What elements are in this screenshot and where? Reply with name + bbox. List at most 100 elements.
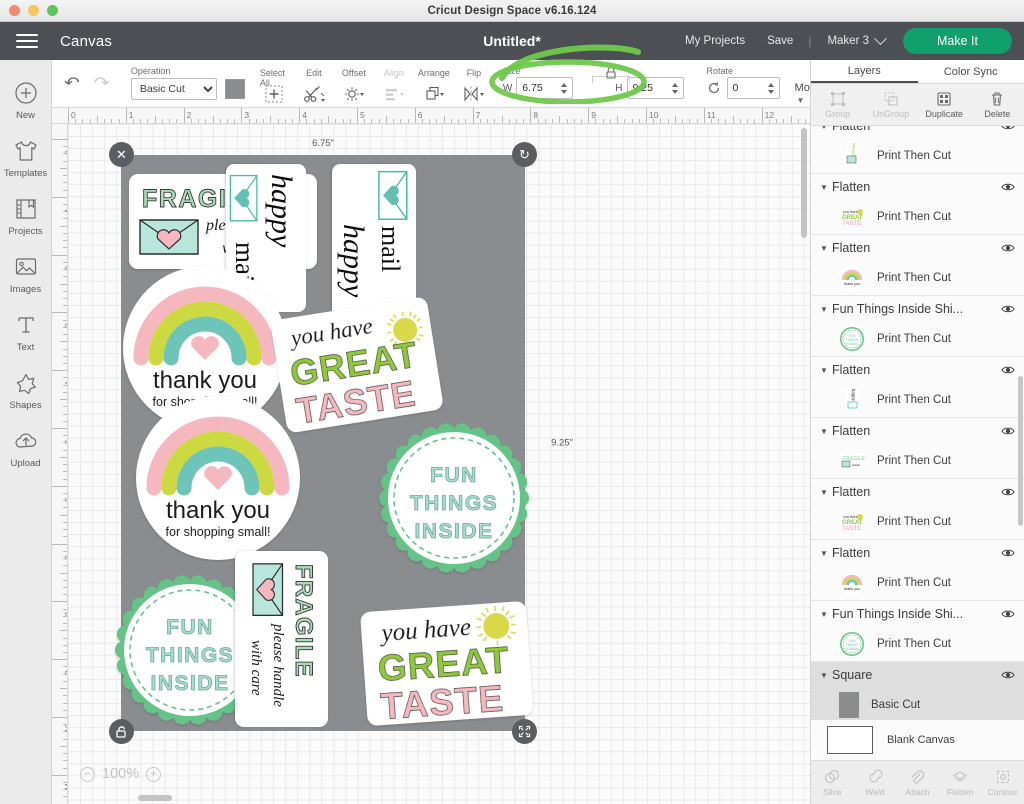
- sidebar-item-upload[interactable]: Upload: [0, 418, 52, 476]
- visibility-eye-icon[interactable]: [1001, 243, 1015, 253]
- rotate-input[interactable]: [727, 78, 766, 98]
- rotate-field[interactable]: [726, 77, 780, 99]
- operation-color-swatch[interactable]: [224, 79, 245, 99]
- attach-button[interactable]: Attach: [896, 769, 939, 797]
- selection-box[interactable]: 6.75" 9.25" ✕ ↻: [109, 138, 573, 744]
- undo-icon[interactable]: ↶: [64, 74, 80, 94]
- machine-selector[interactable]: Maker 3: [815, 31, 891, 47]
- sidebar-item-projects[interactable]: Projects: [0, 186, 52, 244]
- layer-item[interactable]: you have GREAT TASTE Print Then Cut: [811, 200, 1024, 234]
- visibility-eye-icon[interactable]: [1001, 670, 1015, 680]
- layer-group[interactable]: ▼ Flatten FRAGILE Print Then Cut: [811, 126, 1024, 174]
- layer-group[interactable]: ▼ Square Basic Cut: [811, 662, 1024, 720]
- lock-aspect-ratio-icon[interactable]: [605, 66, 617, 80]
- operation-select[interactable]: Basic Cut: [130, 78, 217, 100]
- weld-button[interactable]: Weld: [854, 768, 897, 797]
- width-stepper[interactable]: [559, 78, 572, 98]
- visibility-eye-icon[interactable]: [1001, 365, 1015, 375]
- layer-group[interactable]: ▼ Flatten happy Print Then Cut: [811, 357, 1024, 418]
- contour-button[interactable]: Contour: [981, 769, 1024, 797]
- height-input[interactable]: [627, 78, 670, 98]
- align-button[interactable]: Align: [374, 60, 414, 107]
- group-button[interactable]: Group: [811, 91, 864, 119]
- rotate-stepper[interactable]: [766, 78, 779, 98]
- arrange-button[interactable]: Arrange: [414, 60, 454, 107]
- layer-item[interactable]: FRAGILE handle Print Then Cut: [811, 444, 1024, 478]
- sidebar-item-templates[interactable]: Templates: [0, 128, 52, 186]
- layer-item[interactable]: you have GREAT TASTE Print Then Cut: [811, 505, 1024, 539]
- layer-item[interactable]: thank you Print Then Cut: [811, 261, 1024, 295]
- select-all-button[interactable]: Select All: [254, 60, 294, 107]
- blank-canvas-swatch[interactable]: [827, 726, 873, 754]
- offset-button[interactable]: Offset: [334, 60, 374, 107]
- visibility-eye-icon[interactable]: [1001, 487, 1015, 497]
- layer-group-header[interactable]: ▼ Flatten: [811, 126, 1024, 139]
- make-it-button[interactable]: Make It: [903, 28, 1012, 54]
- layer-item[interactable]: happy Print Then Cut: [811, 383, 1024, 417]
- sidebar-item-text[interactable]: Text: [0, 302, 52, 360]
- layer-group[interactable]: ▼ Flatten you have GREAT TASTE Print The…: [811, 479, 1024, 540]
- hamburger-menu-icon[interactable]: [16, 30, 38, 52]
- width-input[interactable]: [517, 78, 560, 98]
- layer-group-header[interactable]: ▼ Fun Things Inside Shi...: [811, 296, 1024, 322]
- redo-icon[interactable]: ↷: [94, 74, 110, 94]
- duplicate-button[interactable]: Duplicate: [918, 91, 971, 119]
- layer-group[interactable]: ▼ Fun Things Inside Shi... FUN THINGS IN…: [811, 601, 1024, 662]
- caret-down-icon[interactable]: ▼: [820, 305, 832, 314]
- visibility-eye-icon[interactable]: [1001, 126, 1015, 131]
- delete-selection-handle[interactable]: ✕: [109, 142, 134, 167]
- caret-down-icon[interactable]: ▼: [820, 427, 832, 436]
- visibility-eye-icon[interactable]: [1001, 426, 1015, 436]
- zoom-in-button[interactable]: +: [146, 766, 162, 782]
- horizontal-scrollbar[interactable]: [72, 794, 830, 802]
- height-stepper[interactable]: [670, 78, 683, 98]
- layer-group[interactable]: ▼ Flatten FRAGILE handle Print Then Cut: [811, 418, 1024, 479]
- resize-selection-handle[interactable]: [512, 719, 537, 744]
- canvas-grid[interactable]: FRAGILE please handle with care happy ma…: [68, 124, 810, 804]
- my-projects-link[interactable]: My Projects: [674, 35, 756, 47]
- edit-menu-button[interactable]: Edit: [294, 60, 334, 107]
- layer-item[interactable]: Basic Cut: [811, 688, 1024, 720]
- caret-down-icon[interactable]: ▼: [820, 610, 832, 619]
- layer-group[interactable]: ▼ Fun Things Inside Shi... FUN THINGS IN…: [811, 296, 1024, 357]
- sidebar-item-new[interactable]: New: [0, 70, 52, 128]
- layer-group-header[interactable]: ▼ Flatten: [811, 540, 1024, 566]
- layers-scrollbar[interactable]: [1018, 376, 1023, 526]
- layer-group[interactable]: ▼ Flatten thank you Print Then Cut: [811, 235, 1024, 296]
- caret-down-icon[interactable]: ▼: [820, 183, 832, 192]
- caret-down-icon[interactable]: ▼: [820, 549, 832, 558]
- layer-item[interactable]: FUN THINGS INSIDE Print Then Cut: [811, 322, 1024, 356]
- rotate-selection-handle[interactable]: ↻: [512, 142, 537, 167]
- layer-item[interactable]: FUN THINGS INSIDE Print Then Cut: [811, 627, 1024, 661]
- caret-down-icon[interactable]: ▼: [820, 244, 832, 253]
- slice-button[interactable]: Slice: [811, 769, 854, 797]
- zoom-out-button[interactable]: −: [80, 766, 95, 782]
- layer-group-header[interactable]: ▼ Flatten: [811, 418, 1024, 444]
- visibility-eye-icon[interactable]: [1001, 182, 1015, 192]
- layer-group-header[interactable]: ▼ Fun Things Inside Shi...: [811, 601, 1024, 627]
- tab-color-sync[interactable]: Color Sync: [918, 60, 1024, 83]
- blank-canvas-row[interactable]: Blank Canvas: [811, 720, 1024, 760]
- layers-list[interactable]: ▼ Flatten FRAGILE Print Then Cut ▼ Flatte…: [811, 126, 1024, 720]
- layer-item[interactable]: thank you Print Then Cut: [811, 566, 1024, 600]
- canvas-area[interactable]: 0123456789101112 01234567891011 FRAGILE: [52, 108, 810, 804]
- flatten-button[interactable]: Flatten: [939, 769, 982, 797]
- caret-down-icon[interactable]: ▼: [820, 488, 832, 497]
- layer-group[interactable]: ▼ Flatten thank you Print Then Cut: [811, 540, 1024, 601]
- layer-group-header[interactable]: ▼ Flatten: [811, 235, 1024, 261]
- caret-down-icon[interactable]: ▼: [820, 366, 832, 375]
- tab-layers[interactable]: Layers: [811, 60, 918, 83]
- save-button[interactable]: Save: [756, 35, 804, 47]
- flip-button[interactable]: Flip: [454, 60, 494, 107]
- layer-group-header[interactable]: ▼ Square: [811, 662, 1024, 688]
- delete-button[interactable]: Delete: [971, 91, 1024, 119]
- sidebar-item-shapes[interactable]: Shapes: [0, 360, 52, 418]
- sidebar-item-images[interactable]: Images: [0, 244, 52, 302]
- unlock-aspect-handle[interactable]: [109, 719, 134, 744]
- visibility-eye-icon[interactable]: [1001, 304, 1015, 314]
- layer-item[interactable]: FRAGILE Print Then Cut: [811, 139, 1024, 173]
- visibility-eye-icon[interactable]: [1001, 609, 1015, 619]
- ungroup-button[interactable]: UnGroup: [864, 91, 917, 119]
- height-field[interactable]: [626, 77, 684, 99]
- vertical-scrollbar[interactable]: [801, 128, 809, 308]
